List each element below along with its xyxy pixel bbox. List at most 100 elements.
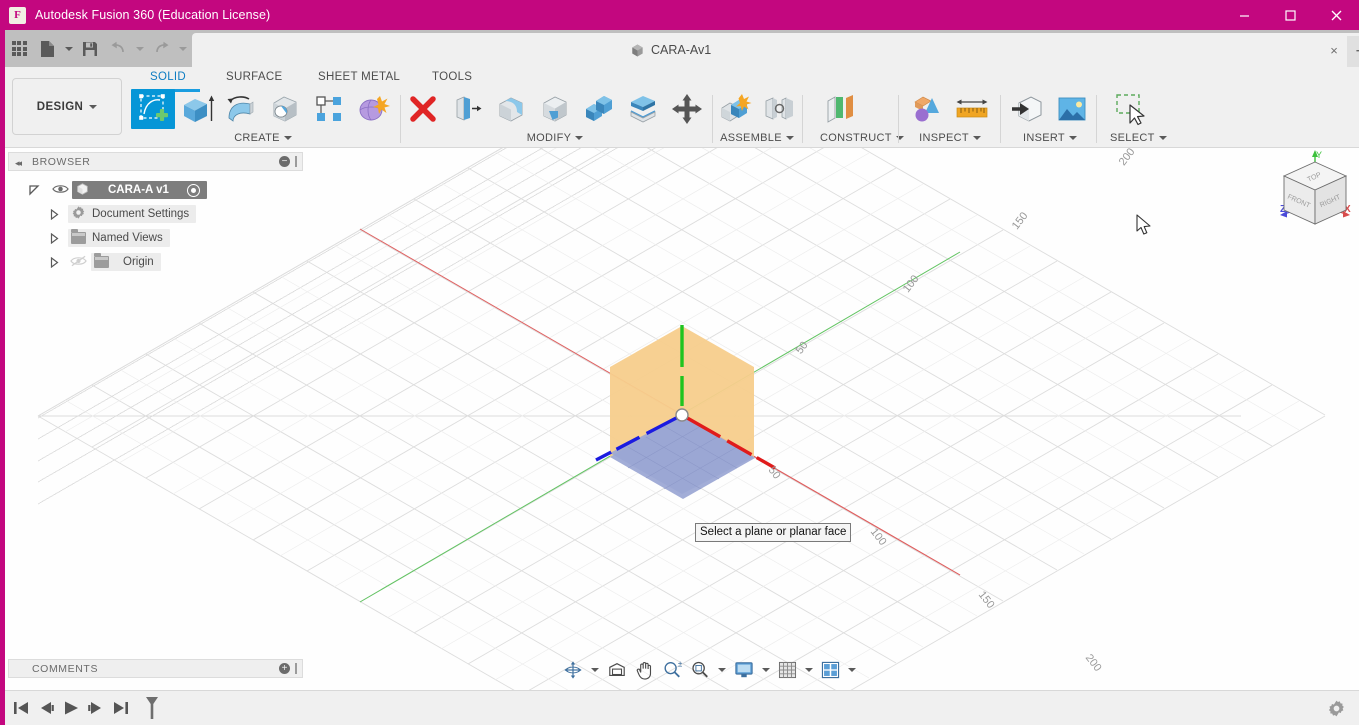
file-menu-caret-icon[interactable]	[62, 36, 75, 62]
visibility-hidden-eye-icon[interactable]	[70, 255, 87, 270]
tab-tools[interactable]: TOOLS	[432, 71, 472, 83]
new-component-icon[interactable]	[713, 89, 757, 129]
press-pull-icon[interactable]	[401, 89, 445, 129]
collapse-icon[interactable]: ◂◂	[15, 158, 22, 169]
shell-icon[interactable]	[445, 89, 489, 129]
modify-label: MODIFY	[526, 132, 572, 144]
gear-icon[interactable]	[1325, 697, 1347, 719]
undo-caret-icon[interactable]	[133, 36, 146, 62]
view-cube[interactable]: Y Z X TOP FRONT RIGHT	[1270, 148, 1359, 243]
tree-node-origin[interactable]: Origin	[91, 253, 161, 271]
tab-surface[interactable]: SURFACE	[226, 71, 282, 83]
add-comment-icon[interactable]: +	[279, 663, 290, 674]
expand-arrow-icon[interactable]	[46, 254, 62, 270]
draft-icon[interactable]	[533, 89, 577, 129]
timeline-play-button[interactable]	[58, 695, 83, 721]
ribbon-group-insert-label[interactable]: INSERT	[1006, 132, 1094, 144]
close-icon[interactable]: ×	[1325, 41, 1343, 59]
expand-arrow-icon[interactable]	[46, 230, 62, 246]
measure-icon[interactable]	[950, 89, 994, 129]
orbit-caret-icon[interactable]	[588, 658, 602, 682]
zoom-icon[interactable]: ±	[659, 658, 685, 682]
document-tab[interactable]: CARA-Av1	[616, 33, 725, 67]
ribbon-group-assemble-label[interactable]: ASSEMBLE	[713, 132, 801, 144]
chevron-down-icon	[89, 104, 98, 109]
insert-derive-icon[interactable]	[1006, 89, 1050, 129]
create-sketch-icon[interactable]	[131, 89, 175, 129]
viewports-caret-icon[interactable]	[845, 658, 859, 682]
timeline-marker[interactable]	[139, 695, 164, 721]
assemble-label: ASSEMBLE	[720, 132, 782, 144]
svg-text:±: ±	[678, 660, 682, 668]
minimize-panel-icon[interactable]: −	[279, 156, 290, 167]
tab-sheet-metal[interactable]: SHEET METAL	[318, 71, 400, 83]
expand-arrow-icon[interactable]	[46, 206, 62, 222]
ribbon-group-inspect-label[interactable]: INSPECT	[906, 132, 994, 144]
construct-label: CONSTRUCT	[820, 132, 892, 144]
ribbon-group-construct-label[interactable]: CONSTRUCT	[820, 132, 904, 144]
display-settings-caret-icon[interactable]	[759, 658, 773, 682]
workspace-selector[interactable]: DESIGN	[12, 78, 122, 135]
look-at-icon[interactable]	[604, 658, 630, 682]
minimize-button[interactable]	[1221, 0, 1267, 30]
extrude-icon[interactable]	[175, 89, 219, 129]
insert-canvas-icon[interactable]	[1050, 89, 1094, 129]
zoom-window-icon[interactable]	[687, 658, 713, 682]
new-tab-button[interactable]: +	[1347, 36, 1359, 67]
hole-icon[interactable]	[263, 89, 307, 129]
visibility-eye-icon[interactable]	[52, 183, 69, 198]
panel-resize-grip[interactable]	[295, 156, 297, 167]
create-form-icon[interactable]	[351, 89, 395, 129]
undo-icon[interactable]	[105, 36, 131, 62]
rectangular-pattern-icon[interactable]	[307, 89, 351, 129]
tree-node-named-views[interactable]: Named Views	[68, 229, 170, 247]
display-settings-icon[interactable]	[731, 658, 757, 682]
tab-solid[interactable]: SOLID	[150, 71, 186, 83]
tree-row-document-settings[interactable]: Document Settings	[8, 202, 303, 226]
tree-row-named-views[interactable]: Named Views	[8, 226, 303, 250]
ribbon-group-create-label[interactable]: CREATE	[131, 132, 395, 144]
mouse-cursor	[1136, 214, 1152, 239]
offset-plane-icon[interactable]	[820, 89, 864, 129]
timeline-step-back-button[interactable]	[33, 695, 58, 721]
redo-caret-icon[interactable]	[176, 36, 189, 62]
joint-icon[interactable]	[757, 89, 801, 129]
app-grid-icon[interactable]	[6, 36, 32, 62]
tree-node-cara-a[interactable]: CARA-A v1	[72, 181, 207, 199]
ribbon-group-modify-label[interactable]: MODIFY	[401, 132, 709, 144]
grid-snaps-caret-icon[interactable]	[802, 658, 816, 682]
expand-arrow-icon[interactable]	[26, 182, 42, 198]
move-copy-icon[interactable]	[665, 89, 709, 129]
zoom-window-caret-icon[interactable]	[715, 658, 729, 682]
redo-icon[interactable]	[148, 36, 174, 62]
browser-title: BROWSER	[32, 155, 91, 168]
timeline-go-end-button[interactable]	[108, 695, 133, 721]
file-icon[interactable]	[34, 36, 60, 62]
left-accent-stripe	[0, 30, 5, 690]
viewports-icon[interactable]	[818, 658, 843, 682]
grid-snaps-icon[interactable]	[775, 658, 800, 682]
orbit-icon[interactable]	[560, 658, 586, 682]
maximize-button[interactable]	[1267, 0, 1313, 30]
inspect-label: INSPECT	[919, 132, 969, 144]
revolve-icon[interactable]	[219, 89, 263, 129]
tree-node-document-settings[interactable]: Document Settings	[68, 205, 197, 223]
close-button[interactable]	[1313, 0, 1359, 30]
ribbon-group-select-label[interactable]: SELECT	[1110, 132, 1167, 144]
combine-icon[interactable]	[577, 89, 621, 129]
fillet-icon[interactable]	[489, 89, 533, 129]
save-icon[interactable]	[77, 36, 103, 62]
section-analysis-icon[interactable]	[906, 89, 950, 129]
timeline-go-start-button[interactable]	[8, 695, 33, 721]
pan-icon[interactable]	[632, 658, 657, 682]
split-body-icon[interactable]	[621, 89, 665, 129]
tree-row-component[interactable]: CARA-A v1	[8, 178, 303, 202]
window-controls	[1221, 0, 1359, 30]
workspace-selector-label: DESIGN	[36, 100, 84, 113]
ribbon-group-select: SELECT	[1110, 89, 1167, 148]
panel-resize-grip[interactable]	[295, 663, 297, 674]
activate-component-radio[interactable]	[186, 183, 200, 197]
tree-row-origin[interactable]: Origin	[8, 250, 303, 274]
timeline-step-forward-button[interactable]	[83, 695, 108, 721]
select-window-icon[interactable]	[1110, 89, 1154, 129]
